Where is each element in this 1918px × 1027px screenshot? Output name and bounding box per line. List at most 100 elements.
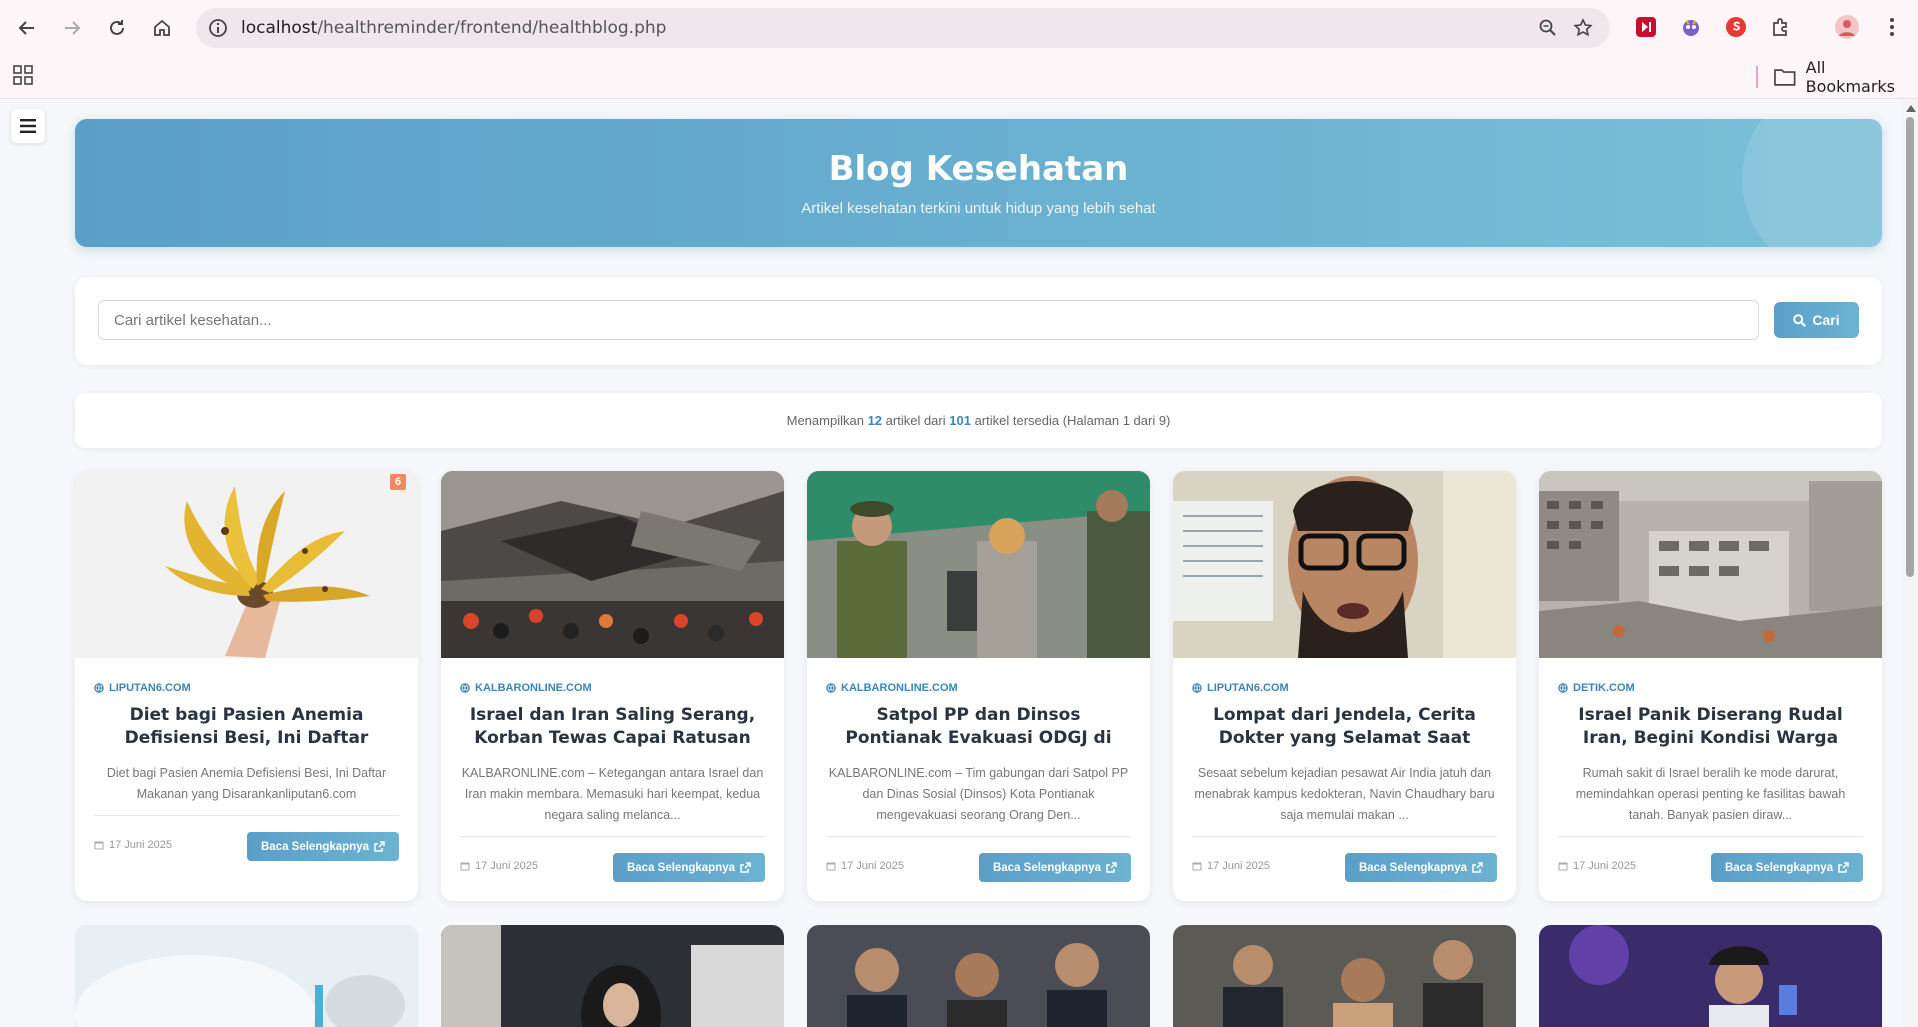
article-date: 17 Juni 2025	[1558, 860, 1636, 872]
external-link-icon	[1106, 862, 1117, 873]
browser-toolbar: localhost/healthreminder/frontend/health…	[0, 0, 1918, 56]
card-divider	[460, 836, 765, 837]
source-label: DETIK.COM	[1573, 682, 1635, 694]
card-divider	[1192, 836, 1497, 837]
bookmark-star-icon[interactable]	[1571, 16, 1595, 40]
forward-icon[interactable]	[56, 12, 88, 44]
article-excerpt: Diet bagi Pasien Anemia Defisiensi Besi,…	[106, 766, 387, 801]
article-title[interactable]: Israel dan Iran Saling Serang, Korban Te…	[461, 704, 764, 750]
article-image-evacuation[interactable]	[807, 471, 1150, 658]
search-input[interactable]	[98, 300, 1759, 340]
read-more-label: Baca Selengkapnya	[992, 861, 1101, 874]
article-title[interactable]: Diet bagi Pasien Anemia Defisiensi Besi,…	[95, 704, 398, 750]
article-card: KALBARONLINE.COM Israel dan Iran Saling …	[441, 471, 784, 901]
url-text: localhost/healthreminder/frontend/health…	[241, 18, 667, 38]
article-image-doctor[interactable]	[1173, 471, 1516, 658]
source-label: LIPUTAN6.COM	[1207, 682, 1289, 694]
card-divider	[826, 836, 1131, 837]
read-more-button[interactable]: Baca Selengkapnya	[246, 832, 399, 861]
page-scrollbar[interactable]	[1902, 99, 1918, 1027]
search-button-label: Cari	[1812, 312, 1840, 328]
profile-avatar-icon[interactable]	[1834, 14, 1860, 40]
article-excerpt: KALBARONLINE.com – Tim gabungan dari Sat…	[828, 766, 1129, 822]
external-link-icon	[740, 862, 751, 873]
external-link-icon	[1472, 862, 1483, 873]
scroll-up-arrow-icon[interactable]	[1906, 105, 1916, 112]
article-card-partial[interactable]	[75, 925, 418, 1027]
article-source: LIPUTAN6.COM	[94, 682, 191, 694]
read-more-label: Baca Selengkapnya	[1724, 861, 1833, 874]
read-more-button[interactable]: Baca Selengkapnya	[1710, 853, 1863, 882]
article-card: KALBARONLINE.COM Satpol PP dan Dinsos Po…	[807, 471, 1150, 901]
globe-icon	[460, 683, 470, 693]
article-card-partial[interactable]	[807, 925, 1150, 1027]
page-subtitle: Artikel kesehatan terkini untuk hidup ya…	[801, 200, 1156, 217]
back-icon[interactable]	[11, 12, 43, 44]
extension-red-icon[interactable]	[1633, 14, 1659, 40]
card-divider	[94, 815, 399, 816]
article-title[interactable]: Lompat dari Jendela, Cerita Dokter yang …	[1193, 704, 1496, 750]
address-bar[interactable]: localhost/healthreminder/frontend/health…	[196, 8, 1610, 48]
article-source: KALBARONLINE.COM	[460, 682, 592, 694]
article-source: KALBARONLINE.COM	[826, 682, 958, 694]
read-more-button[interactable]: Baca Selengkapnya	[1344, 853, 1497, 882]
hamburger-icon	[20, 119, 36, 133]
scroll-thumb[interactable]	[1906, 117, 1914, 577]
article-card-partial[interactable]	[1539, 925, 1882, 1027]
globe-icon	[826, 683, 836, 693]
article-date: 17 Juni 2025	[94, 839, 172, 851]
read-more-button[interactable]: Baca Selengkapnya	[978, 853, 1131, 882]
extensions-puzzle-icon[interactable]	[1768, 14, 1794, 40]
date-label: 17 Juni 2025	[1207, 860, 1270, 872]
site-info-icon[interactable]	[206, 16, 230, 40]
article-excerpt: Rumah sakit di Israel beralih ke mode da…	[1575, 766, 1846, 822]
article-image-rubble[interactable]	[441, 471, 784, 658]
source-label: KALBARONLINE.COM	[841, 682, 958, 694]
article-card-partial[interactable]	[1173, 925, 1516, 1027]
all-bookmarks-button[interactable]: All Bookmarks	[1774, 58, 1918, 96]
article-date: 17 Juni 2025	[460, 860, 538, 872]
date-label: 17 Juni 2025	[841, 860, 904, 872]
read-more-label: Baca Selengkapnya	[626, 861, 735, 874]
zoom-icon[interactable]	[1536, 16, 1560, 40]
blog-header: Blog Kesehatan Artikel kesehatan terkini…	[75, 119, 1882, 247]
globe-icon	[1192, 683, 1202, 693]
summary-suffix: artikel tersedia (Halaman 1 dari 9)	[974, 413, 1171, 428]
reload-icon[interactable]	[101, 12, 133, 44]
article-title[interactable]: Satpol PP dan Dinsos Pontianak Evakuasi …	[827, 704, 1130, 750]
page-viewport: Blog Kesehatan Artikel kesehatan terkini…	[0, 99, 1918, 1027]
read-more-button[interactable]: Baca Selengkapnya	[612, 853, 765, 882]
folder-icon	[1774, 69, 1796, 86]
extension-s-icon[interactable]	[1723, 14, 1749, 40]
article-title[interactable]: Israel Panik Diserang Rudal Iran, Begini…	[1559, 704, 1862, 750]
bookmarks-bar: All Bookmarks	[0, 56, 1918, 99]
article-source: LIPUTAN6.COM	[1192, 682, 1289, 694]
globe-icon	[94, 683, 104, 693]
results-summary: Menampilkan 12 artikel dari 101 artikel …	[75, 393, 1882, 448]
shown-count: 12	[867, 413, 883, 428]
read-more-label: Baca Selengkapnya	[1358, 861, 1467, 874]
article-card: 6 LIPUTAN6.COM Diet bagi Pasien Anemia D…	[75, 471, 418, 901]
article-date: 17 Juni 2025	[1192, 860, 1270, 872]
sidebar-toggle-button[interactable]	[11, 109, 45, 143]
article-card-partial[interactable]	[441, 925, 784, 1027]
bookmarks-divider	[1756, 66, 1758, 88]
all-bookmarks-label: All Bookmarks	[1805, 58, 1896, 96]
date-label: 17 Juni 2025	[1573, 860, 1636, 872]
total-count: 101	[949, 413, 971, 428]
browser-menu-icon[interactable]	[1879, 14, 1905, 40]
date-label: 17 Juni 2025	[109, 839, 172, 851]
external-link-icon	[374, 841, 385, 852]
search-button[interactable]: Cari	[1774, 302, 1859, 338]
summary-prefix: Menampilkan	[786, 413, 864, 428]
article-image-bananas[interactable]: 6	[75, 471, 418, 658]
calendar-icon	[1558, 862, 1568, 871]
date-label: 17 Juni 2025	[475, 860, 538, 872]
summary-middle: artikel dari	[885, 413, 946, 428]
home-icon[interactable]	[146, 12, 178, 44]
apps-grid-icon[interactable]	[12, 64, 38, 90]
image-count-badge: 6	[390, 474, 406, 490]
article-image-hospital-damage[interactable]	[1539, 471, 1882, 658]
globe-icon	[1558, 683, 1568, 693]
extension-mascot-icon[interactable]	[1678, 14, 1704, 40]
